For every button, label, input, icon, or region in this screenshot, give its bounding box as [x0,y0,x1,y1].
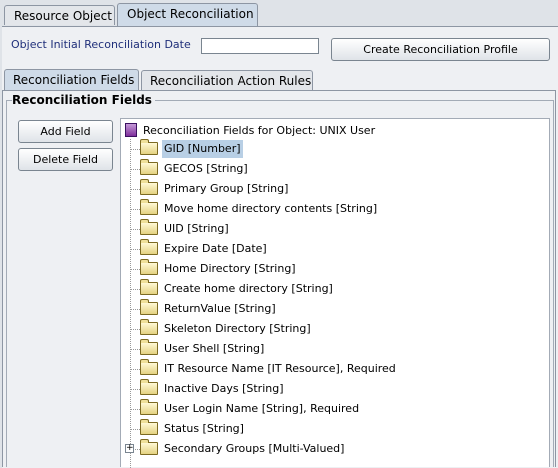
initial-recon-date-label: Object Initial Reconciliation Date [11,38,191,51]
reconciliation-fields-tree[interactable]: Reconciliation Fields for Object: UNIX U… [120,118,550,468]
folder-icon [140,258,158,275]
tree-item[interactable]: Home Directory [String] [130,258,298,278]
tree-item[interactable]: User Shell [String] [130,338,266,358]
initial-recon-date-input[interactable] [201,38,319,54]
top-tab-bar: Resource Object Object Reconciliation [0,0,558,27]
folder-icon [140,338,158,355]
folder-icon [140,138,158,155]
tree-connector [130,168,140,170]
group-title: Reconciliation Fields [12,93,155,107]
tree-connector [130,428,140,430]
tree-connector [130,388,140,390]
tree-connector [130,368,140,370]
folder-icon [140,438,158,455]
tree-connector [130,308,140,310]
object-icon [125,123,137,137]
add-field-button[interactable]: Add Field [18,120,113,143]
delete-field-button[interactable]: Delete Field [18,148,113,171]
tree-item[interactable]: GID [Number] [130,138,243,158]
create-reconciliation-profile-button[interactable]: Create Reconciliation Profile [331,38,550,61]
tab-object-reconciliation[interactable]: Object Reconciliation [117,3,258,26]
tree-item[interactable]: IT Resource Name [IT Resource], Required [130,358,398,378]
tree-item-label: UID [String] [164,222,229,235]
tree-item[interactable]: Secondary Groups [Multi-Valued] + [125,438,346,458]
tree-item-label: Expire Date [Date] [164,242,267,255]
tab-reconciliation-action-rules[interactable]: Reconciliation Action Rules [141,70,313,90]
tree-item-label: Primary Group [String] [164,182,289,195]
tree-item[interactable]: Move home directory contents [String] [130,198,379,218]
folder-icon [140,358,158,375]
folder-icon [140,218,158,235]
inner-tab-bar: Reconciliation Fields Reconciliation Act… [4,69,558,91]
tree-item[interactable]: UID [String] [130,218,231,238]
tree-connector [130,328,140,330]
tree-item-label: Move home directory contents [String] [164,202,378,215]
expand-toggle-icon[interactable]: + [125,444,134,453]
tree-connector [130,268,140,270]
folder-icon [140,278,158,295]
tree-item[interactable]: Expire Date [Date] [130,238,269,258]
tree-item[interactable]: GECOS [String] [130,158,250,178]
tree-connector [130,248,140,250]
tree-item[interactable]: Status [String] [130,418,246,438]
folder-icon [140,158,158,175]
tree-connector [130,228,140,230]
tree-root[interactable]: Reconciliation Fields for Object: UNIX U… [125,123,375,139]
tree-item-label: Create home directory [String] [164,282,333,295]
folder-icon [140,398,158,415]
tree-item[interactable]: ReturnValue [String] [130,298,278,318]
tree-item[interactable]: Skeleton Directory [String] [130,318,313,338]
tree-item-label: IT Resource Name [IT Resource], Required [164,362,396,375]
folder-icon [140,378,158,395]
tree-root-label: Reconciliation Fields for Object: UNIX U… [143,124,376,137]
tree-item[interactable]: Primary Group [String] [130,178,290,198]
tab-reconciliation-fields[interactable]: Reconciliation Fields [4,69,139,91]
tree-item-label: Skeleton Directory [String] [164,322,311,335]
tree-item[interactable]: Inactive Days [String] [130,378,286,398]
folder-icon [140,238,158,255]
tree-item-label: Status [String] [164,422,244,435]
folder-icon [140,318,158,335]
tree-item-label: ReturnValue [String] [164,302,276,315]
tree-item-label: Home Directory [String] [164,262,296,275]
tree-connector [130,148,140,150]
tree-item-label: User Login Name [String], Required [164,402,360,415]
tree-item-label: GECOS [String] [164,162,248,175]
tab-resource-object[interactable]: Resource Object [4,5,115,25]
tree-connector [130,408,140,410]
folder-icon [140,298,158,315]
folder-icon [140,418,158,435]
tree-item-label: Inactive Days [String] [164,382,284,395]
folder-icon [140,178,158,195]
tree-connector [130,348,140,350]
tree-connector [130,288,140,290]
tree-connector [130,188,140,190]
tree-connector [130,208,140,210]
tree-item-label: GID [Number] [162,140,243,158]
tree-item[interactable]: Create home directory [String] [130,278,335,298]
folder-icon [140,198,158,215]
tree-item-label: User Shell [String] [164,342,265,355]
tree-item-label: Secondary Groups [Multi-Valued] [164,442,345,455]
tree-item[interactable]: User Login Name [String], Required [130,398,361,418]
